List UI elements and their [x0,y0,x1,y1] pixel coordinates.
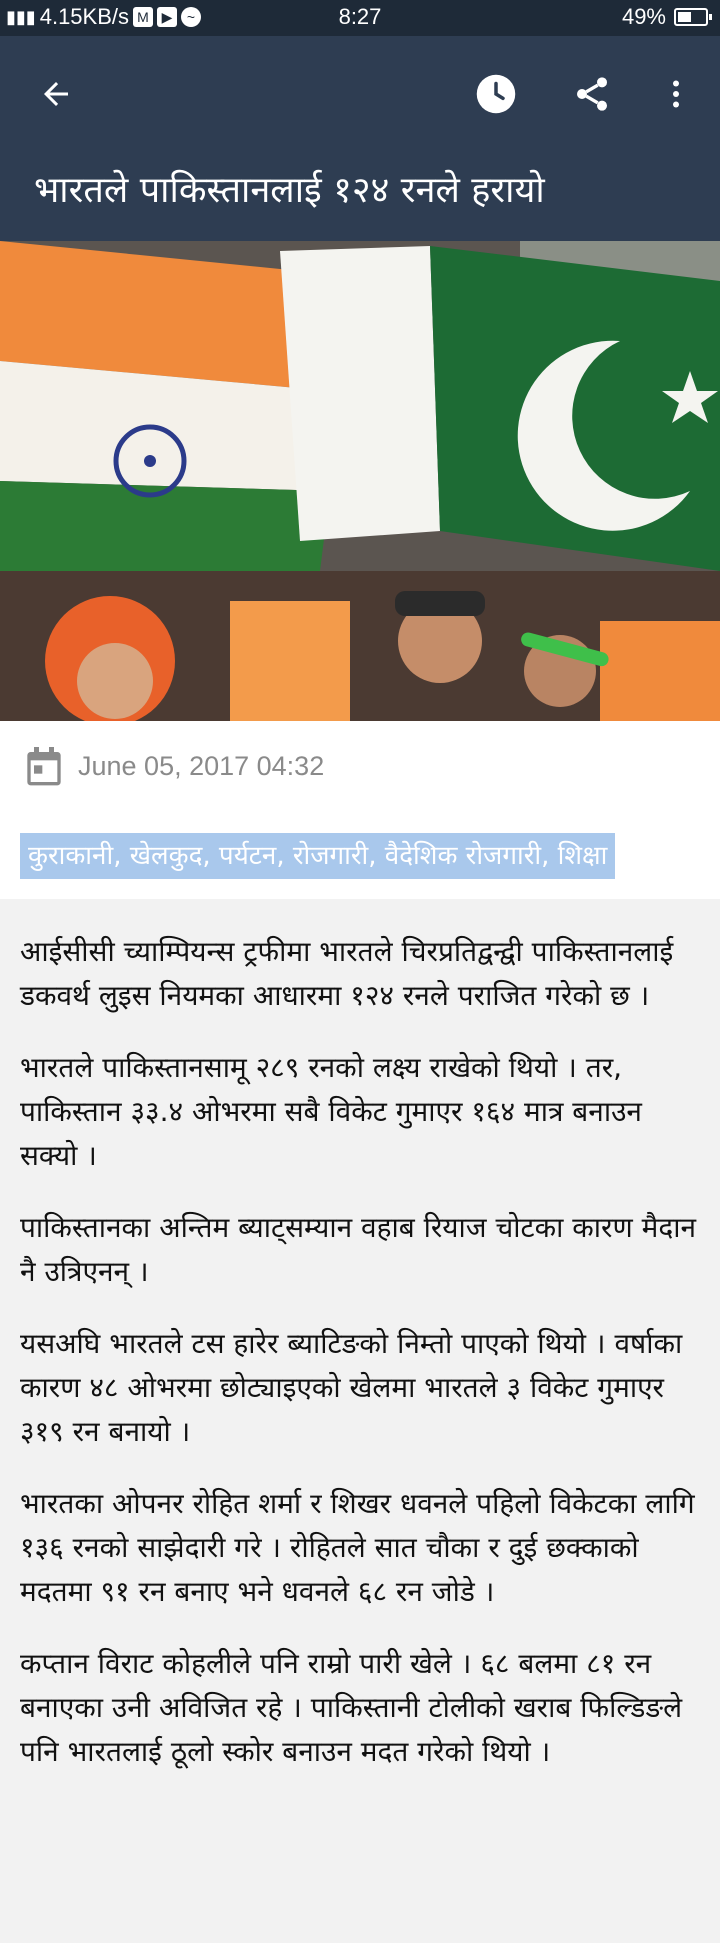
cricket-fans-flags-image [0,241,720,721]
more-options-button[interactable] [648,66,704,122]
page-title: भारतले पाकिस्तानलाई १२४ रनले हरायो [34,170,545,211]
share-icon [577,77,607,111]
status-bar: ▮▮▮ 4.15KB/s M ▶ ~ 8:27 49% [0,0,720,36]
article-hero-image [0,241,720,721]
arrow-back-icon [44,82,68,106]
clock-icon [476,74,516,114]
battery-percent: 49% [621,4,666,29]
article-paragraph: भारतले पाकिस्तानसामू २८९ रनको लक्ष्य राख… [20,1051,642,1172]
more-vert-icon [673,80,679,108]
share-button[interactable] [564,66,620,122]
article-paragraph: भारतका ओपनर रोहित शर्मा र शिखर धवनले पहि… [20,1487,695,1608]
article-paragraph: कप्तान विराट कोहलीले पनि राम्रो पारी खेल… [20,1647,683,1768]
article-date-bar: June 05, 2017 04:32 [0,721,720,814]
article-paragraph: आईसीसी च्याम्पियन्स ट्रफीमा भारतले चिरप्… [20,935,674,1012]
back-button[interactable] [28,66,84,122]
history-button[interactable] [468,66,524,122]
battery-icon [674,8,712,26]
category-tags[interactable]: कुराकानी, खेलकुद, पर्यटन, रोजगारी, वैदेश… [20,833,616,879]
article-tags: कुराकानी, खेलकुद, पर्यटन, रोजगारी, वैदेश… [0,813,720,899]
status-right: 49% [621,4,712,30]
calendar-icon [27,747,61,786]
article-date: June 05, 2017 04:32 [78,751,325,781]
status-time: 8:27 [338,4,382,29]
article-body: आईसीसी च्याम्पियन्स ट्रफीमा भारतले चिरप्… [20,930,705,1802]
article-paragraph: पाकिस्तानका अन्तिम ब्याट्सम्यान वहाब रिय… [20,1211,697,1288]
app-bar: भारतले पाकिस्तानलाई १२४ रनले हरायो [0,36,720,241]
article-paragraph: यसअघि भारतले टस हारेर ब्याटिङको निम्तो प… [20,1327,683,1448]
